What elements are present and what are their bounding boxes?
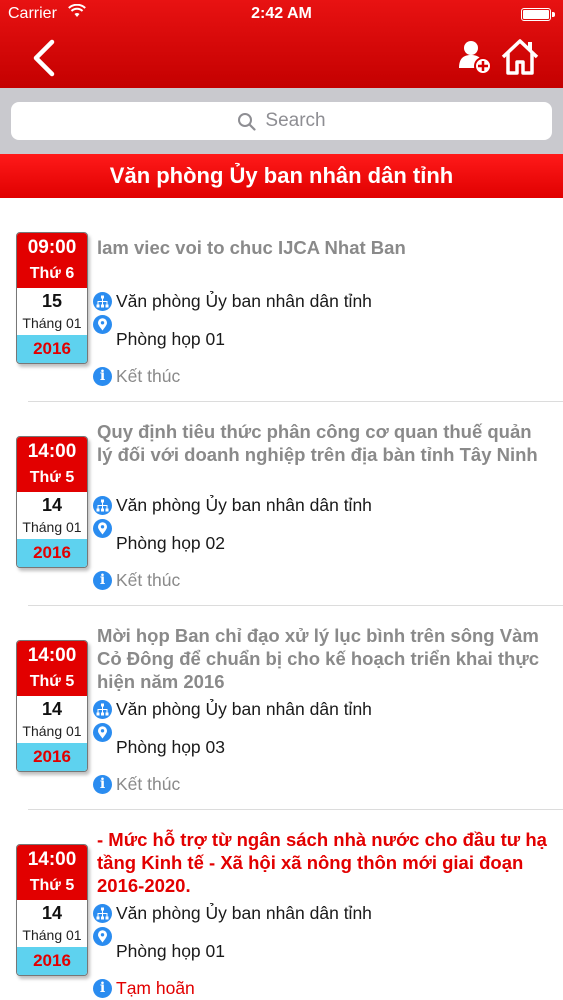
organizer-row: Văn phòng Ủy ban nhân dân tỉnh [93, 903, 372, 924]
meeting-title: Mời họp Ban chỉ đạo xử lý lục bình trên … [97, 625, 540, 692]
organizer-row: Văn phòng Ủy ban nhân dân tỉnh [93, 495, 372, 516]
list-item[interactable]: 14:00 Thứ 5 14 Tháng 01 2016 Quy định ti… [0, 402, 563, 606]
location-pin-icon [93, 927, 112, 946]
back-button[interactable] [26, 38, 66, 78]
org-icon [93, 700, 112, 719]
meeting-time: 14:00 [17, 641, 87, 671]
meeting-weekday: Thứ 5 [17, 671, 87, 696]
status-row: i Kết thúc [93, 366, 180, 387]
status-text: Kết thúc [116, 570, 181, 590]
meeting-day: 15 [17, 288, 87, 313]
status-row: i Tạm hoãn [93, 978, 195, 999]
location-pin-icon [93, 519, 112, 538]
search-bar: Search [0, 88, 563, 154]
meeting-time: 14:00 [17, 437, 87, 467]
meeting-time: 09:00 [17, 233, 87, 263]
organizer-text: Văn phòng Ủy ban nhân dân tỉnh [116, 903, 372, 923]
meeting-weekday: Thứ 5 [17, 875, 87, 900]
meeting-day: 14 [17, 900, 87, 925]
location-pin-icon [93, 315, 112, 334]
organizer-text: Văn phòng Ủy ban nhân dân tỉnh [116, 291, 372, 311]
meeting-year: 2016 [17, 947, 87, 975]
date-badge: 14:00 Thứ 5 14 Tháng 01 2016 [16, 844, 88, 976]
location-pin-icon [93, 723, 112, 742]
organizer-text: Văn phòng Ủy ban nhân dân tỉnh [116, 699, 372, 719]
status-text: Tạm hoãn [116, 978, 195, 998]
meeting-title: Quy định tiêu thức phân công cơ quan thu… [97, 421, 538, 465]
meeting-month: Tháng 01 [17, 313, 87, 335]
meeting-title: - Mức hỗ trợ từ ngân sách nhà nước cho đ… [97, 829, 547, 896]
list-item[interactable]: 14:00 Thứ 5 14 Tháng 01 2016 - Mức hỗ tr… [0, 810, 563, 1000]
meeting-year: 2016 [17, 743, 87, 771]
list-item[interactable]: 09:00 Thứ 6 15 Tháng 01 2016 lam viec vo… [0, 198, 563, 402]
meeting-year: 2016 [17, 335, 87, 363]
meeting-day: 14 [17, 492, 87, 517]
info-icon: i [93, 367, 112, 386]
meeting-title: lam viec voi to chuc IJCA Nhat Ban [97, 237, 406, 258]
meeting-weekday: Thứ 6 [17, 263, 87, 288]
home-icon [501, 39, 539, 75]
status-time: 2:42 AM [251, 5, 312, 22]
date-badge: 14:00 Thứ 5 14 Tháng 01 2016 [16, 640, 88, 772]
org-icon [93, 292, 112, 311]
list-item[interactable]: 14:00 Thứ 5 14 Tháng 01 2016 Mời họp Ban… [0, 606, 563, 810]
search-placeholder: Search [265, 110, 326, 131]
home-button[interactable] [500, 38, 540, 76]
add-user-icon [459, 41, 492, 75]
room-text: Phòng họp 01 [116, 941, 225, 961]
organizer-row: Văn phòng Ủy ban nhân dân tỉnh [93, 291, 372, 312]
add-user-button[interactable] [458, 38, 494, 76]
date-badge: 14:00 Thứ 5 14 Tháng 01 2016 [16, 436, 88, 568]
room-text: Phòng họp 02 [116, 533, 225, 553]
meeting-month: Tháng 01 [17, 925, 87, 947]
org-icon [93, 904, 112, 923]
meeting-month: Tháng 01 [17, 721, 87, 743]
section-title: Văn phòng Ủy ban nhân dân tỉnh [0, 154, 563, 198]
org-icon [93, 496, 112, 515]
meeting-year: 2016 [17, 539, 87, 567]
organizer-text: Văn phòng Ủy ban nhân dân tỉnh [116, 495, 372, 515]
room-text: Phòng họp 01 [116, 329, 225, 349]
status-bar: Carrier 2:42 AM [0, 0, 563, 30]
organizer-row: Văn phòng Ủy ban nhân dân tỉnh [93, 699, 372, 720]
info-icon: i [93, 571, 112, 590]
status-text: Kết thúc [116, 774, 181, 794]
status-row: i Kết thúc [93, 774, 180, 795]
meeting-month: Tháng 01 [17, 517, 87, 539]
info-icon: i [93, 775, 112, 794]
meeting-list: 09:00 Thứ 6 15 Tháng 01 2016 lam viec vo… [0, 198, 563, 1000]
battery-icon [521, 8, 555, 21]
search-input[interactable]: Search [11, 102, 552, 140]
meeting-day: 14 [17, 696, 87, 721]
info-icon: i [93, 979, 112, 998]
meeting-time: 14:00 [17, 845, 87, 875]
search-icon [238, 112, 256, 131]
chevron-left-icon [33, 39, 55, 77]
status-row: i Kết thúc [93, 570, 180, 591]
nav-header: Carrier 2:42 AM [0, 0, 563, 88]
status-text: Kết thúc [116, 366, 181, 386]
meeting-weekday: Thứ 5 [17, 467, 87, 492]
room-text: Phòng họp 03 [116, 737, 225, 757]
date-badge: 09:00 Thứ 6 15 Tháng 01 2016 [16, 232, 88, 364]
